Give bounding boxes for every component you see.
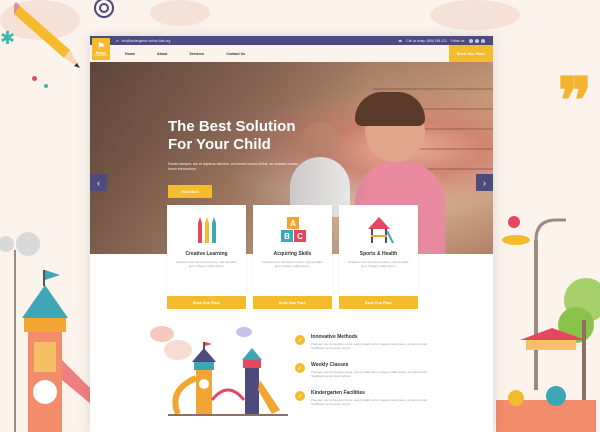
benefit-item: ✓ Innovative Methods Praesent nec fermen…	[295, 334, 475, 350]
topbar-email[interactable]: info@kindergarten-school-kids.org	[122, 39, 171, 43]
feature-card-sports-health: Sports & Health Praesent nec fermentum p…	[339, 205, 418, 309]
book-place-button[interactable]: Book Your Place	[339, 296, 418, 309]
svg-text:A: A	[290, 219, 296, 228]
google-plus-icon[interactable]	[481, 38, 485, 43]
check-icon: ✓	[295, 335, 305, 345]
logo[interactable]: ⚑ Bridge Kindergarten	[92, 38, 110, 60]
book-place-button[interactable]: Book Your Place	[167, 296, 246, 309]
benefit-description: Praesent nec fermentum purus, sed conval…	[311, 370, 428, 378]
top-info-bar: ✉ info@kindergarten-school-kids.org ☎ Ca…	[90, 36, 493, 45]
nav-links: Home About Services Contact Us	[114, 52, 256, 56]
feature-title: Acquiring Skills	[273, 251, 312, 257]
benefit-title: Innovative Methods	[311, 334, 358, 340]
slider-next-button[interactable]: ›	[476, 174, 493, 191]
abc-blocks-icon: A B C	[280, 217, 306, 242]
hero-title: The Best Solution For Your Child	[168, 118, 318, 154]
twitter-icon[interactable]	[475, 38, 479, 43]
feature-title: Sports & Health	[359, 251, 398, 257]
playground-tower-illustration	[0, 232, 92, 432]
benefit-item: ✓ Weekly Classes Praesent nec fermentum …	[295, 362, 475, 378]
benefit-description: Praesent nec fermentum purus, sed conval…	[311, 342, 428, 350]
benefits-list: ✓ Innovative Methods Praesent nec fermen…	[295, 334, 475, 418]
nav-link-home[interactable]: Home	[114, 52, 146, 56]
playground-icon	[367, 217, 394, 244]
cloud-decoration	[150, 0, 210, 26]
book-place-header-button[interactable]: Book Your Place	[449, 45, 493, 62]
benefit-item: ✓ Kindergarten Facilities Praesent nec f…	[295, 390, 475, 406]
website-mockup: ✉ info@kindergarten-school-kids.org ☎ Ca…	[90, 36, 493, 432]
feature-description: Praesent nec fermentum purus, sed conval…	[176, 260, 237, 268]
topbar-phone: Call us today: (555) 555-123	[406, 38, 447, 43]
main-navigation: ⚑ Bridge Kindergarten Home About Service…	[90, 38, 493, 62]
dot-decoration	[32, 76, 37, 81]
chevron-right-icon: ›	[483, 177, 486, 188]
phone-icon: ☎	[398, 38, 403, 43]
quote-icon: ❞	[557, 64, 592, 139]
logo-tagline: Kindergarten	[94, 54, 108, 57]
logo-figure-icon: ⚑	[96, 40, 106, 51]
svg-text:C: C	[297, 232, 303, 241]
topbar-follow-label: Follow us:	[450, 38, 465, 43]
mail-icon: ✉	[116, 38, 119, 43]
hero-title-line-1: The Best Solution	[168, 118, 296, 135]
playground-illustration	[150, 326, 288, 416]
feature-card-acquiring-skills: A B C Acquiring Skills Praesent nec ferm…	[253, 205, 332, 309]
benefit-description: Praesent nec fermentum purus, sed conval…	[311, 398, 428, 406]
crayons-icon	[197, 217, 216, 243]
hero-title-line-2: For Your Child	[168, 136, 271, 153]
feature-card-creative-learning: Creative Learning Praesent nec fermentum…	[167, 205, 246, 309]
benefit-title: Kindergarten Facilities	[311, 390, 365, 396]
nav-link-services[interactable]: Services	[178, 52, 215, 56]
hero-read-more-button[interactable]: Read More	[168, 185, 212, 198]
cloud-decoration	[430, 0, 520, 30]
svg-text:B: B	[284, 232, 290, 241]
dot-decoration	[44, 84, 48, 88]
social-links	[469, 38, 485, 43]
nav-link-contact[interactable]: Contact Us	[215, 52, 256, 56]
feature-description: Praesent nec fermentum purus, sed conval…	[262, 260, 323, 268]
slider-prev-button[interactable]: ‹	[90, 174, 107, 191]
book-place-button[interactable]: Book Your Place	[253, 296, 332, 309]
nav-link-about[interactable]: About	[146, 52, 178, 56]
pencil-icon	[14, 2, 80, 68]
feature-cards: Creative Learning Praesent nec fermentum…	[167, 205, 418, 309]
chevron-left-icon: ‹	[97, 177, 100, 188]
garden-illustration	[496, 216, 600, 432]
benefit-title: Weekly Classes	[311, 362, 349, 368]
feature-title: Creative Learning	[185, 251, 228, 257]
hero-text: Donec semper, dui et dapibus ultricies, …	[168, 162, 299, 171]
feature-description: Praesent nec fermentum purus, sed conval…	[348, 260, 409, 268]
about-section: ✓ Innovative Methods Praesent nec fermen…	[90, 296, 493, 432]
facebook-icon[interactable]	[469, 38, 473, 43]
check-icon: ✓	[295, 391, 305, 401]
star-icon: ✱	[0, 28, 16, 48]
check-icon: ✓	[295, 363, 305, 373]
swirl-icon	[94, 0, 114, 18]
